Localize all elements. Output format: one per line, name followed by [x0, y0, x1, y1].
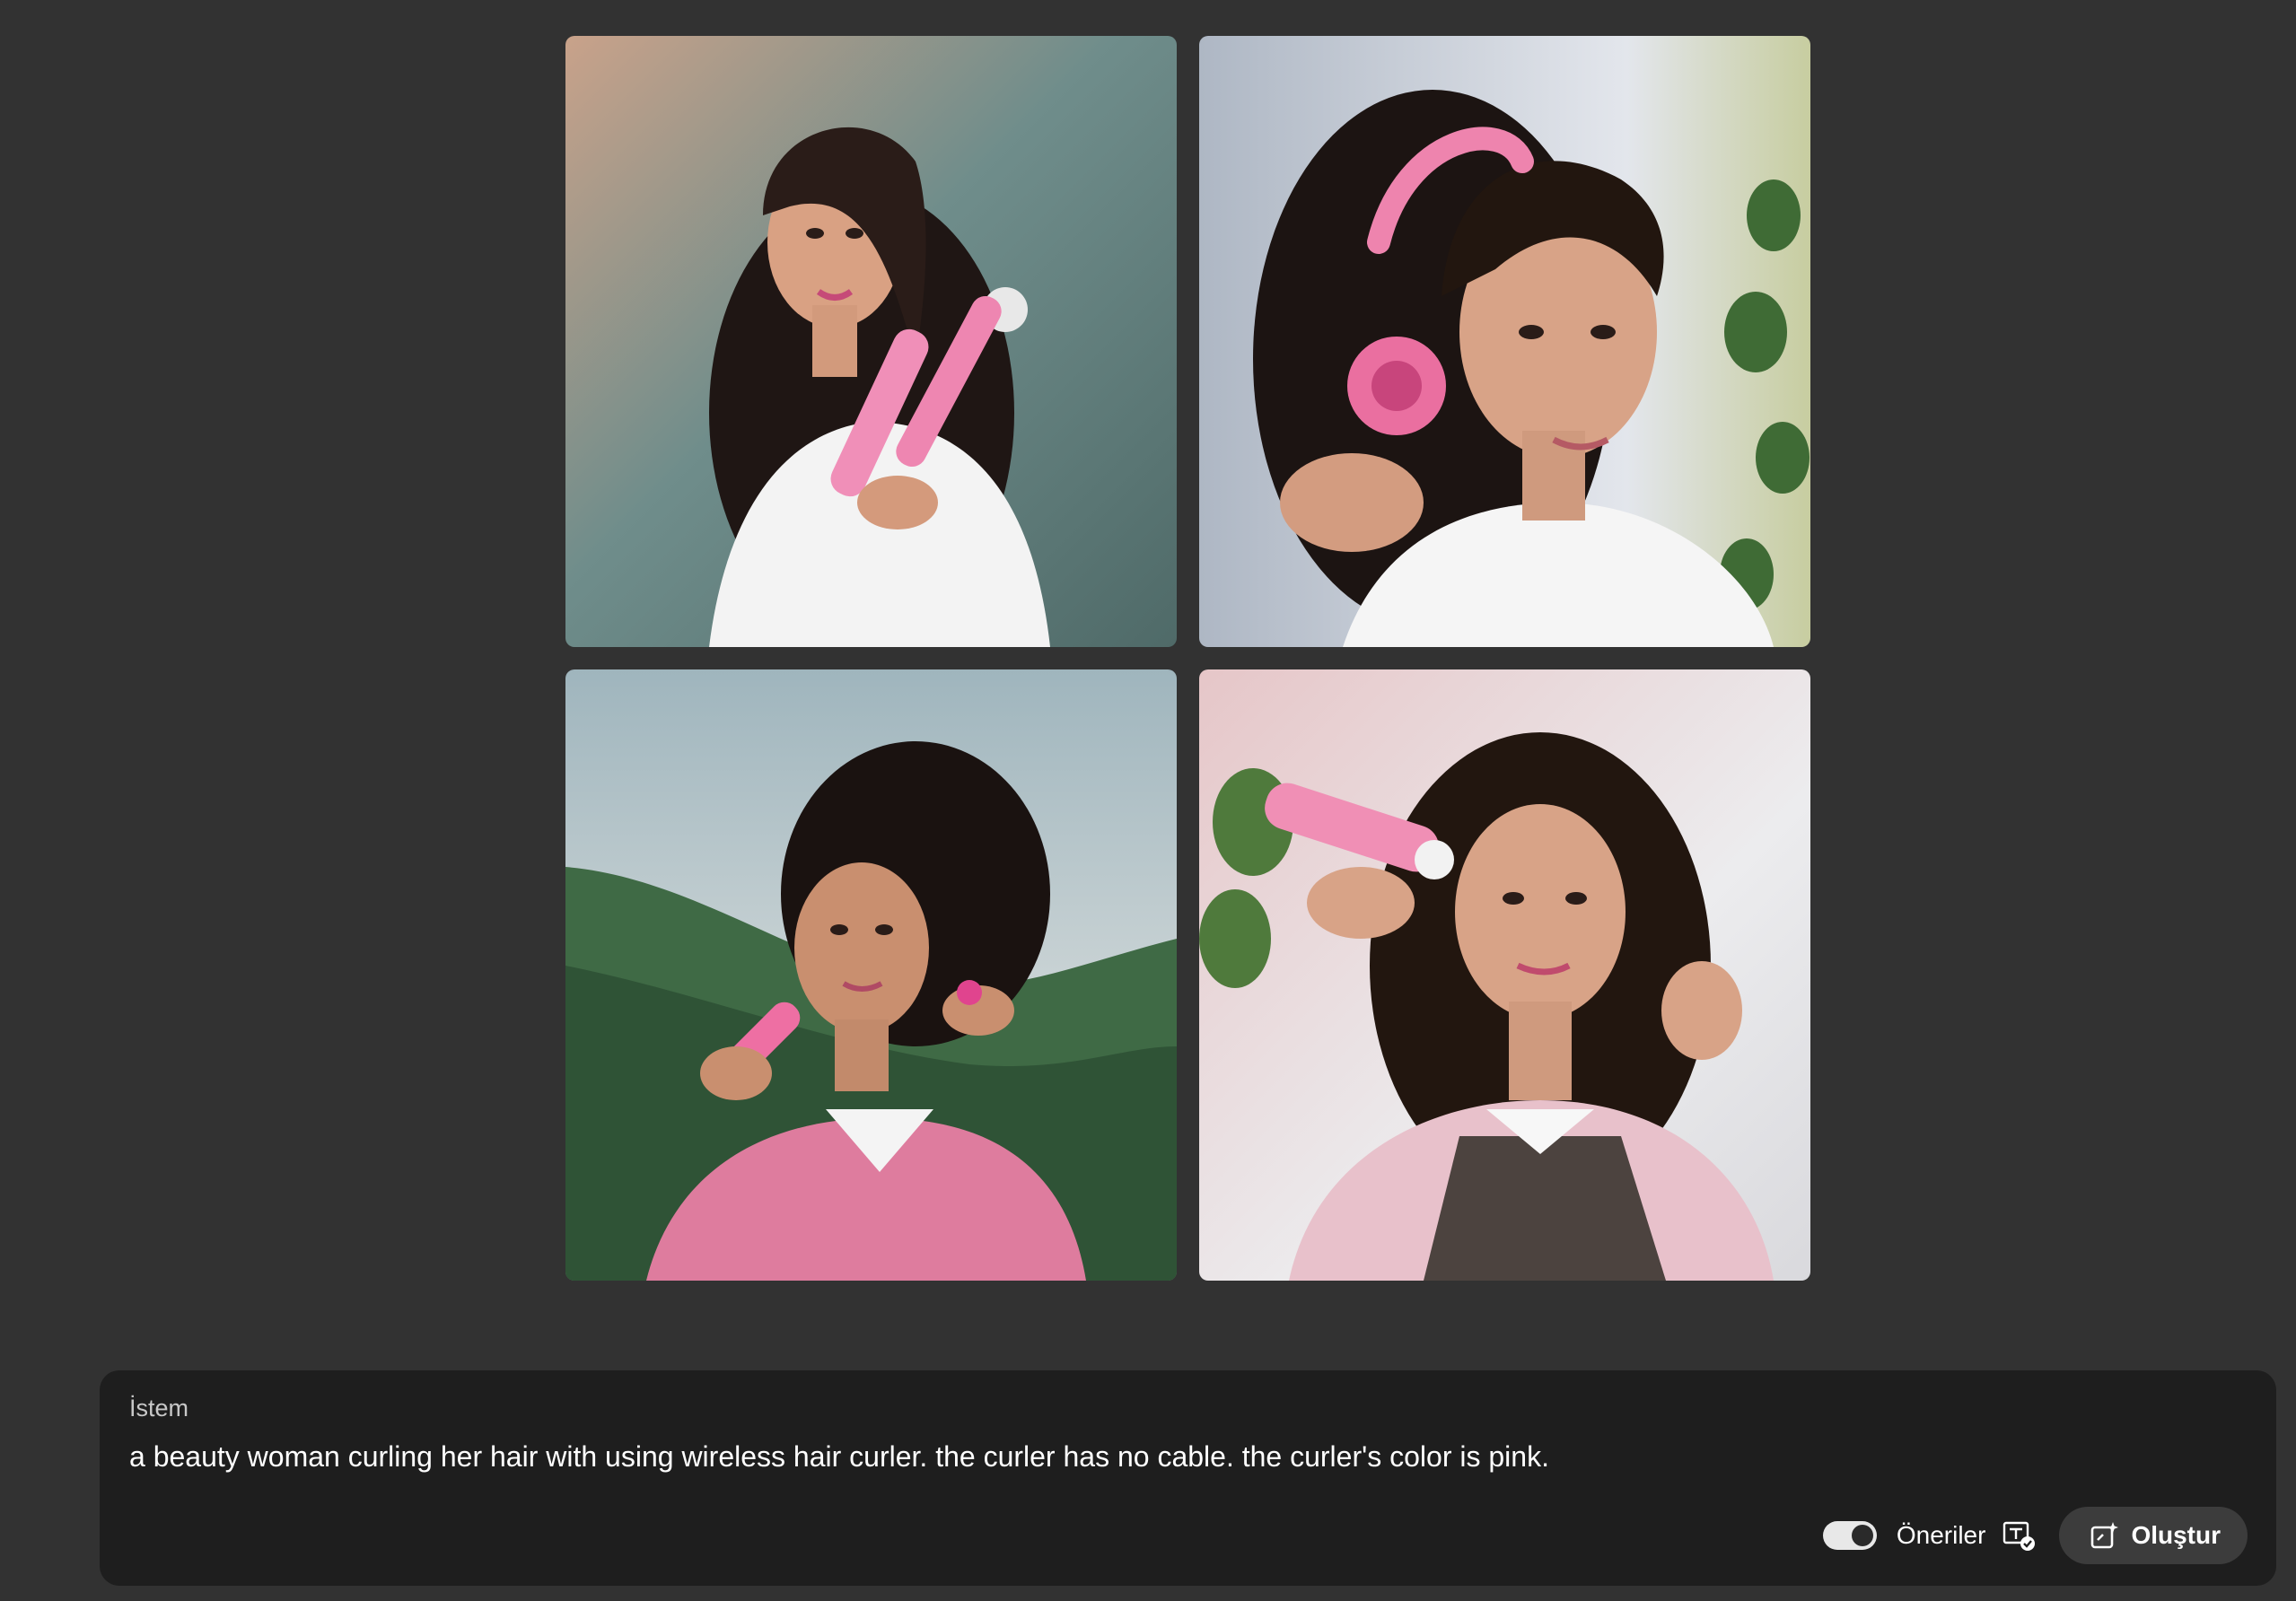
generate-sparkle-icon — [2091, 1522, 2119, 1549]
image-3-illustration — [565, 669, 1177, 1281]
image-1-illustration — [565, 36, 1177, 647]
prompt-panel: İstem a beauty woman curling her hair wi… — [100, 1370, 2276, 1586]
image-2-illustration — [1199, 36, 1810, 647]
prompt-controls: Öneriler Oluştur — [1822, 1507, 2248, 1564]
image-4-illustration — [1199, 669, 1810, 1281]
prompt-input[interactable]: a beauty woman curling her hair with usi… — [129, 1439, 2194, 1476]
generate-button[interactable]: Oluştur — [2059, 1507, 2248, 1564]
app-stage: İstem a beauty woman curling her hair wi… — [0, 0, 2296, 1601]
toggle-knob — [1851, 1525, 1873, 1546]
prompt-label: İstem — [129, 1395, 189, 1422]
generated-image-2[interactable] — [1199, 36, 1810, 647]
generate-label: Oluştur — [2131, 1521, 2221, 1549]
generated-image-1[interactable] — [565, 36, 1177, 647]
suggestions-toggle[interactable] — [1822, 1521, 1877, 1550]
suggestions-label: Öneriler — [1896, 1521, 1986, 1549]
generated-image-3[interactable] — [565, 669, 1177, 1281]
text-check-icon[interactable] — [2002, 1518, 2037, 1553]
generated-image-4[interactable] — [1199, 669, 1810, 1281]
